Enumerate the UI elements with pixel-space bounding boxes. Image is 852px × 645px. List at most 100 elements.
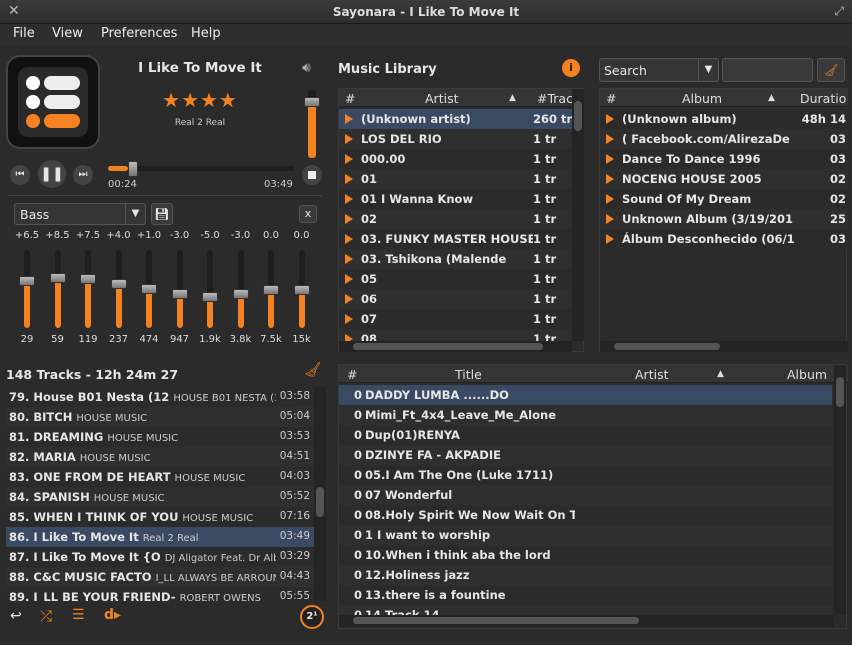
artist-row[interactable]: 02 1 tr <box>339 209 572 229</box>
album-row[interactable]: (Unknown album) 48h 14 <box>600 109 848 129</box>
eq-knob[interactable] <box>49 273 66 283</box>
artist-row[interactable]: LOS DEL RIO 1 tr <box>339 129 572 149</box>
artist-hscrollbar[interactable] <box>339 341 572 352</box>
eq-slider[interactable] <box>80 250 96 328</box>
playlist-item[interactable]: 88. C&C MUSIC FACTO I_LL ALWAYS BE ARROUN… <box>6 567 314 587</box>
repeat-icon[interactable]: ↩︎ <box>10 608 22 624</box>
eq-slider[interactable] <box>293 250 310 328</box>
progress-slider[interactable] <box>108 161 294 177</box>
eq-knob[interactable] <box>110 279 127 289</box>
track-hscrollbar[interactable] <box>339 615 834 627</box>
eq-knob[interactable] <box>232 289 249 299</box>
album-col-name[interactable]: Album <box>682 91 722 106</box>
artist-row[interactable]: 01 I Wanna Know 1 tr <box>339 189 572 209</box>
album-col-duration[interactable]: Duratio <box>800 91 846 106</box>
gapless-icon[interactable]: 2¹ <box>300 605 324 629</box>
artist-row[interactable]: 05 1 tr <box>339 269 572 289</box>
eq-slider[interactable] <box>141 250 157 328</box>
menu-file[interactable]: File <box>13 26 35 41</box>
eq-slider[interactable] <box>110 250 127 328</box>
album-row[interactable]: Sound Of My Dream 02 <box>600 189 848 209</box>
next-icon[interactable]: ⏭︎ <box>73 165 93 185</box>
artist-col-tracks[interactable]: #Trac <box>537 91 573 106</box>
eq-knob[interactable] <box>202 292 218 302</box>
library-track-row[interactable]: 0 DADDY LUMBA ......DO <box>339 385 832 405</box>
playlist-item[interactable]: 80. BITCH HOUSE MUSIC 05:04 <box>6 407 314 427</box>
album-row[interactable]: ( Facebook.com/AlirezaDe 03 <box>600 129 848 149</box>
artist-row[interactable]: 01 1 tr <box>339 169 572 189</box>
playlist-scrollbar[interactable] <box>314 387 326 601</box>
library-track-row[interactable]: 0 10.When i think aba the lord <box>339 545 832 565</box>
playlist-item[interactable]: 81. DREAMING HOUSE MUSIC 03:53 <box>6 427 314 447</box>
eq-knob[interactable] <box>293 285 310 295</box>
playlist-item[interactable]: 83. ONE FROM DE HEART HOUSE MUSIC 04:03 <box>6 467 314 487</box>
maximize-icon[interactable]: ⤢ <box>834 4 844 19</box>
clear-icon[interactable]: 🧹︎ <box>304 362 322 378</box>
eq-knob[interactable] <box>80 274 96 284</box>
library-track-row[interactable]: 008.Holy Spirit We Now Wait On Thee <box>339 505 832 525</box>
library-track-row[interactable]: 0 DZINYE FA - AKPADIE <box>339 445 832 465</box>
eq-preset-select[interactable]: Bass ▼ <box>14 203 146 225</box>
album-row[interactable]: NOCENG HOUSE 2005 02 <box>600 169 848 189</box>
volume-icon[interactable]: 🔊︎ <box>302 60 311 76</box>
eq-knob[interactable] <box>19 276 35 286</box>
album-col-num[interactable]: # <box>606 91 616 106</box>
menu-help[interactable]: Help <box>191 26 221 41</box>
clear-search-icon[interactable]: 🧹︎ <box>817 58 845 82</box>
previous-icon[interactable]: ⏮︎ <box>10 165 30 185</box>
playlist-item[interactable]: 82. MARIA HOUSE MUSIC 04:51 <box>6 447 314 467</box>
library-track-row[interactable]: 0 05.I Am The One (Luke 1711) <box>339 465 832 485</box>
playlist-item[interactable]: 84. SPANISH HOUSE MUSIC 05:52 <box>6 487 314 507</box>
pause-icon[interactable]: ❚❚ <box>38 160 66 188</box>
library-track-row[interactable]: 0 Mimi_Ft_4x4_Leave_Me_Alone <box>339 405 832 425</box>
artist-row[interactable]: 000.00 1 tr <box>339 149 572 169</box>
eq-knob[interactable] <box>263 285 279 295</box>
artist-col-name[interactable]: Artist <box>425 91 458 106</box>
sort-up-icon[interactable]: ▲ <box>768 93 775 103</box>
eq-slider[interactable] <box>49 250 66 328</box>
playlist-item[interactable]: 87. I Like To Move It {O DJ Aligator Feat… <box>6 547 314 567</box>
eq-slider[interactable] <box>232 250 249 328</box>
album-hscrollbar[interactable] <box>600 341 848 352</box>
library-track-row[interactable]: 0 13.there is a fountine <box>339 585 832 605</box>
album-row[interactable]: Álbum Desconhecido (06/1 03 <box>600 229 848 249</box>
library-track-row[interactable]: 0 07 Wonderful <box>339 485 832 505</box>
eq-knob[interactable] <box>171 289 188 299</box>
library-track-row[interactable]: 0 Dup(01)RENYA <box>339 425 832 445</box>
eq-slider[interactable] <box>171 250 188 328</box>
info-icon[interactable]: i <box>562 59 580 77</box>
track-col-album[interactable]: Album <box>787 367 827 382</box>
shuffle-icon[interactable]: ⤮ <box>40 607 52 625</box>
playlist-item[interactable]: 85. WHEN I THINK OF YOU HOUSE MUSIC 07:16 <box>6 507 314 527</box>
search-input[interactable] <box>722 58 813 82</box>
eq-slider[interactable] <box>19 250 35 328</box>
search-mode-select[interactable]: Search ▼ <box>599 58 719 82</box>
eq-knob[interactable] <box>141 284 157 294</box>
track-col-num[interactable]: # <box>347 367 357 382</box>
eq-slider[interactable] <box>202 250 218 328</box>
sort-up-icon[interactable]: ▲ <box>509 93 516 103</box>
stop-icon[interactable] <box>302 165 322 185</box>
save-preset-icon[interactable]: 💾︎ <box>151 203 173 225</box>
eq-slider[interactable] <box>263 250 279 328</box>
library-track-row[interactable]: 0 12.Holiness jazz <box>339 565 832 585</box>
artist-col-num[interactable]: # <box>345 91 355 106</box>
artist-row[interactable]: 03. FUNKY MASTER HOUSE 1 tr <box>339 229 572 249</box>
list-icon[interactable]: ☰ <box>72 607 85 623</box>
rating-stars[interactable]: ★★★★ <box>110 88 290 112</box>
artist-row[interactable]: (Unknown artist) 260 tr <box>339 109 572 129</box>
track-col-title[interactable]: Title <box>455 367 482 382</box>
sort-up-icon[interactable]: ▲ <box>717 369 724 379</box>
artist-scrollbar[interactable] <box>572 89 584 341</box>
artist-row[interactable]: 06 1 tr <box>339 289 572 309</box>
track-col-artist[interactable]: Artist <box>635 367 668 382</box>
menu-view[interactable]: View <box>52 26 83 41</box>
track-scrollbar[interactable] <box>834 365 846 615</box>
artist-row[interactable]: 03. Tshikona (Malende 1 tr <box>339 249 572 269</box>
album-row[interactable]: Dance To Dance 1996 03 <box>600 149 848 169</box>
playlist-item[interactable]: 86. I Like To Move It Real 2 Real 03:49 <box>6 527 314 547</box>
artist-row[interactable]: 07 1 tr <box>339 309 572 329</box>
library-track-row[interactable]: 0 14 Track 14 <box>339 605 832 615</box>
playlist-item[interactable]: 89. I_LL BE YOUR FRIEND- ROBERT OWENS 05:5… <box>6 587 314 601</box>
volume-slider[interactable] <box>304 90 320 158</box>
